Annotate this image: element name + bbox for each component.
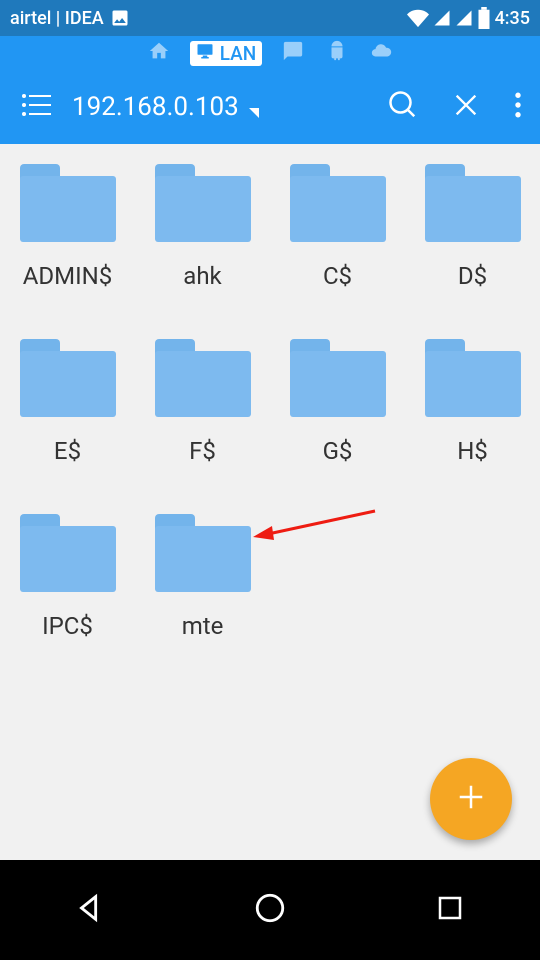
dropdown-icon (249, 108, 259, 118)
folder-icon (425, 164, 521, 242)
screen: airtel | IDEA 4:35 (0, 0, 540, 960)
folder-label: ahk (183, 262, 221, 290)
address-text: 192.168.0.103 (72, 92, 239, 122)
folder-icon (20, 164, 116, 242)
tab-apps[interactable] (324, 38, 350, 69)
back-icon (73, 891, 107, 929)
battery-icon (477, 7, 491, 29)
folder-label: mte (182, 612, 224, 640)
wifi-icon (407, 7, 429, 29)
folder-item[interactable]: D$ (405, 154, 540, 329)
folder-label: D$ (458, 262, 487, 290)
tab-home[interactable] (146, 38, 172, 69)
home-icon (148, 40, 170, 67)
status-bar: airtel | IDEA 4:35 (0, 0, 540, 36)
folder-grid: ADMIN$ ahk C$ D$ E$ F$ (0, 154, 540, 679)
folder-label: IPC$ (42, 612, 93, 640)
folder-icon (290, 164, 386, 242)
folder-icon (290, 339, 386, 417)
status-right: 4:35 (407, 7, 530, 29)
carrier-label: airtel | IDEA (10, 8, 104, 29)
folder-icon (155, 339, 251, 417)
clock: 4:35 (495, 8, 530, 29)
fab-add[interactable] (430, 758, 512, 840)
status-left: airtel | IDEA (10, 8, 130, 29)
search-button[interactable] (388, 90, 418, 124)
system-navbar (0, 860, 540, 960)
nav-back[interactable] (55, 875, 125, 945)
cloud-icon (370, 40, 392, 67)
chat-icon (282, 40, 304, 67)
list-icon (21, 93, 51, 121)
folder-item[interactable]: G$ (270, 329, 405, 504)
folder-icon (155, 164, 251, 242)
nav-tabs: LAN (0, 36, 540, 70)
tab-lan-label: LAN (220, 42, 257, 65)
content-area[interactable]: ADMIN$ ahk C$ D$ E$ F$ (0, 144, 540, 860)
tab-cloud[interactable] (368, 38, 394, 69)
folder-label: ADMIN$ (23, 262, 113, 290)
circle-icon (253, 891, 287, 929)
monitor-icon (196, 42, 214, 65)
android-icon (326, 40, 348, 67)
nav-recent[interactable] (415, 875, 485, 945)
tab-chat[interactable] (280, 38, 306, 69)
folder-icon (155, 514, 251, 592)
nav-home[interactable] (235, 875, 305, 945)
folder-label: E$ (54, 437, 81, 465)
address-bar[interactable]: 192.168.0.103 (72, 92, 259, 122)
toolbar: 192.168.0.103 (0, 70, 540, 144)
folder-item[interactable]: E$ (0, 329, 135, 504)
close-icon (452, 91, 480, 123)
folder-item[interactable]: ADMIN$ (0, 154, 135, 329)
folder-label: F$ (189, 437, 216, 465)
folder-label: G$ (323, 437, 353, 465)
folder-label: H$ (457, 437, 488, 465)
folder-item[interactable]: mte (135, 504, 270, 679)
folder-label: C$ (323, 262, 352, 290)
toolbar-actions (388, 90, 526, 124)
picture-icon (110, 8, 130, 28)
more-vert-icon (514, 92, 522, 122)
signal-icon-2 (455, 9, 473, 27)
tab-lan[interactable]: LAN (190, 41, 263, 66)
close-button[interactable] (452, 91, 480, 123)
folder-icon (20, 339, 116, 417)
more-button[interactable] (514, 92, 522, 122)
folder-icon (425, 339, 521, 417)
square-icon (435, 893, 465, 927)
folder-item[interactable]: ahk (135, 154, 270, 329)
folder-item[interactable]: F$ (135, 329, 270, 504)
search-icon (388, 90, 418, 124)
folder-item[interactable]: C$ (270, 154, 405, 329)
plus-icon (456, 782, 486, 816)
signal-icon-1 (433, 9, 451, 27)
menu-button[interactable] (14, 93, 58, 121)
folder-item[interactable]: H$ (405, 329, 540, 504)
folder-item[interactable]: IPC$ (0, 504, 135, 679)
folder-icon (20, 514, 116, 592)
